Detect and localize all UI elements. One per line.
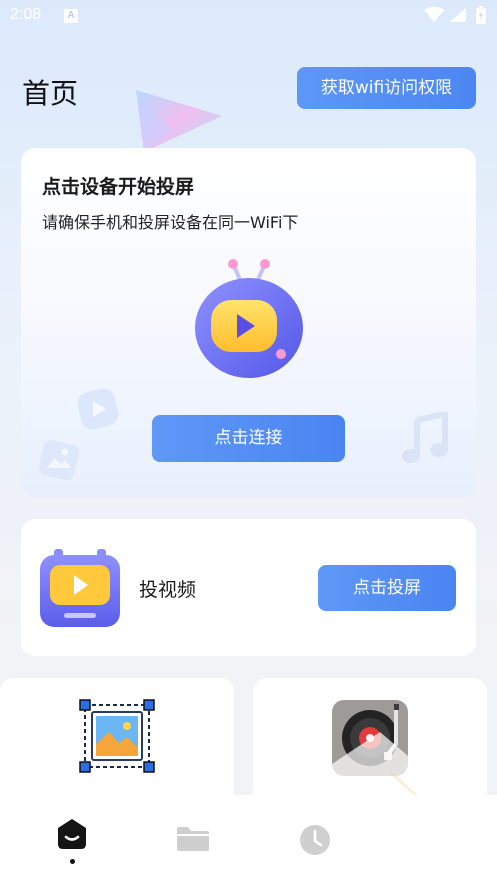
cast-screen-button[interactable]: 点击投屏 — [318, 565, 456, 611]
status-bar: 2:08 A — [0, 0, 497, 34]
home-icon[interactable] — [55, 817, 89, 851]
hero-title: 点击设备开始投屏 — [42, 176, 195, 198]
screen-cast-card: 点击设备开始投屏 请确保手机和投屏设备在同一WiFi下 点击连接 — [21, 148, 476, 497]
cell-signal-icon — [450, 8, 466, 22]
notification-letter-icon: A — [64, 9, 78, 23]
battery-icon — [476, 6, 486, 24]
status-time: 2:08 — [10, 6, 42, 23]
photo-icon — [79, 699, 155, 773]
decorative-music-note-icon — [402, 412, 448, 463]
decorative-photo-icon — [38, 439, 80, 481]
cast-video-label: 投视频 — [139, 579, 197, 601]
wifi-permission-button[interactable]: 获取wifi访问权限 — [297, 67, 476, 109]
clock-icon[interactable] — [299, 824, 331, 856]
decorative-prism-icon — [136, 90, 222, 152]
active-tab-indicator — [70, 859, 75, 864]
page-title: 首页 — [22, 77, 79, 110]
connect-button[interactable]: 点击连接 — [152, 415, 345, 462]
bottom-navigation — [0, 795, 497, 883]
tv-mascot-icon — [195, 259, 303, 378]
hero-subtitle: 请确保手机和投屏设备在同一WiFi下 — [42, 213, 299, 232]
video-tv-icon — [40, 549, 120, 627]
wifi-signal-icon — [424, 7, 444, 22]
cast-video-card[interactable]: 投视频 点击投屏 — [21, 519, 476, 656]
decorative-play-icon — [77, 388, 119, 430]
folder-icon[interactable] — [176, 826, 210, 852]
